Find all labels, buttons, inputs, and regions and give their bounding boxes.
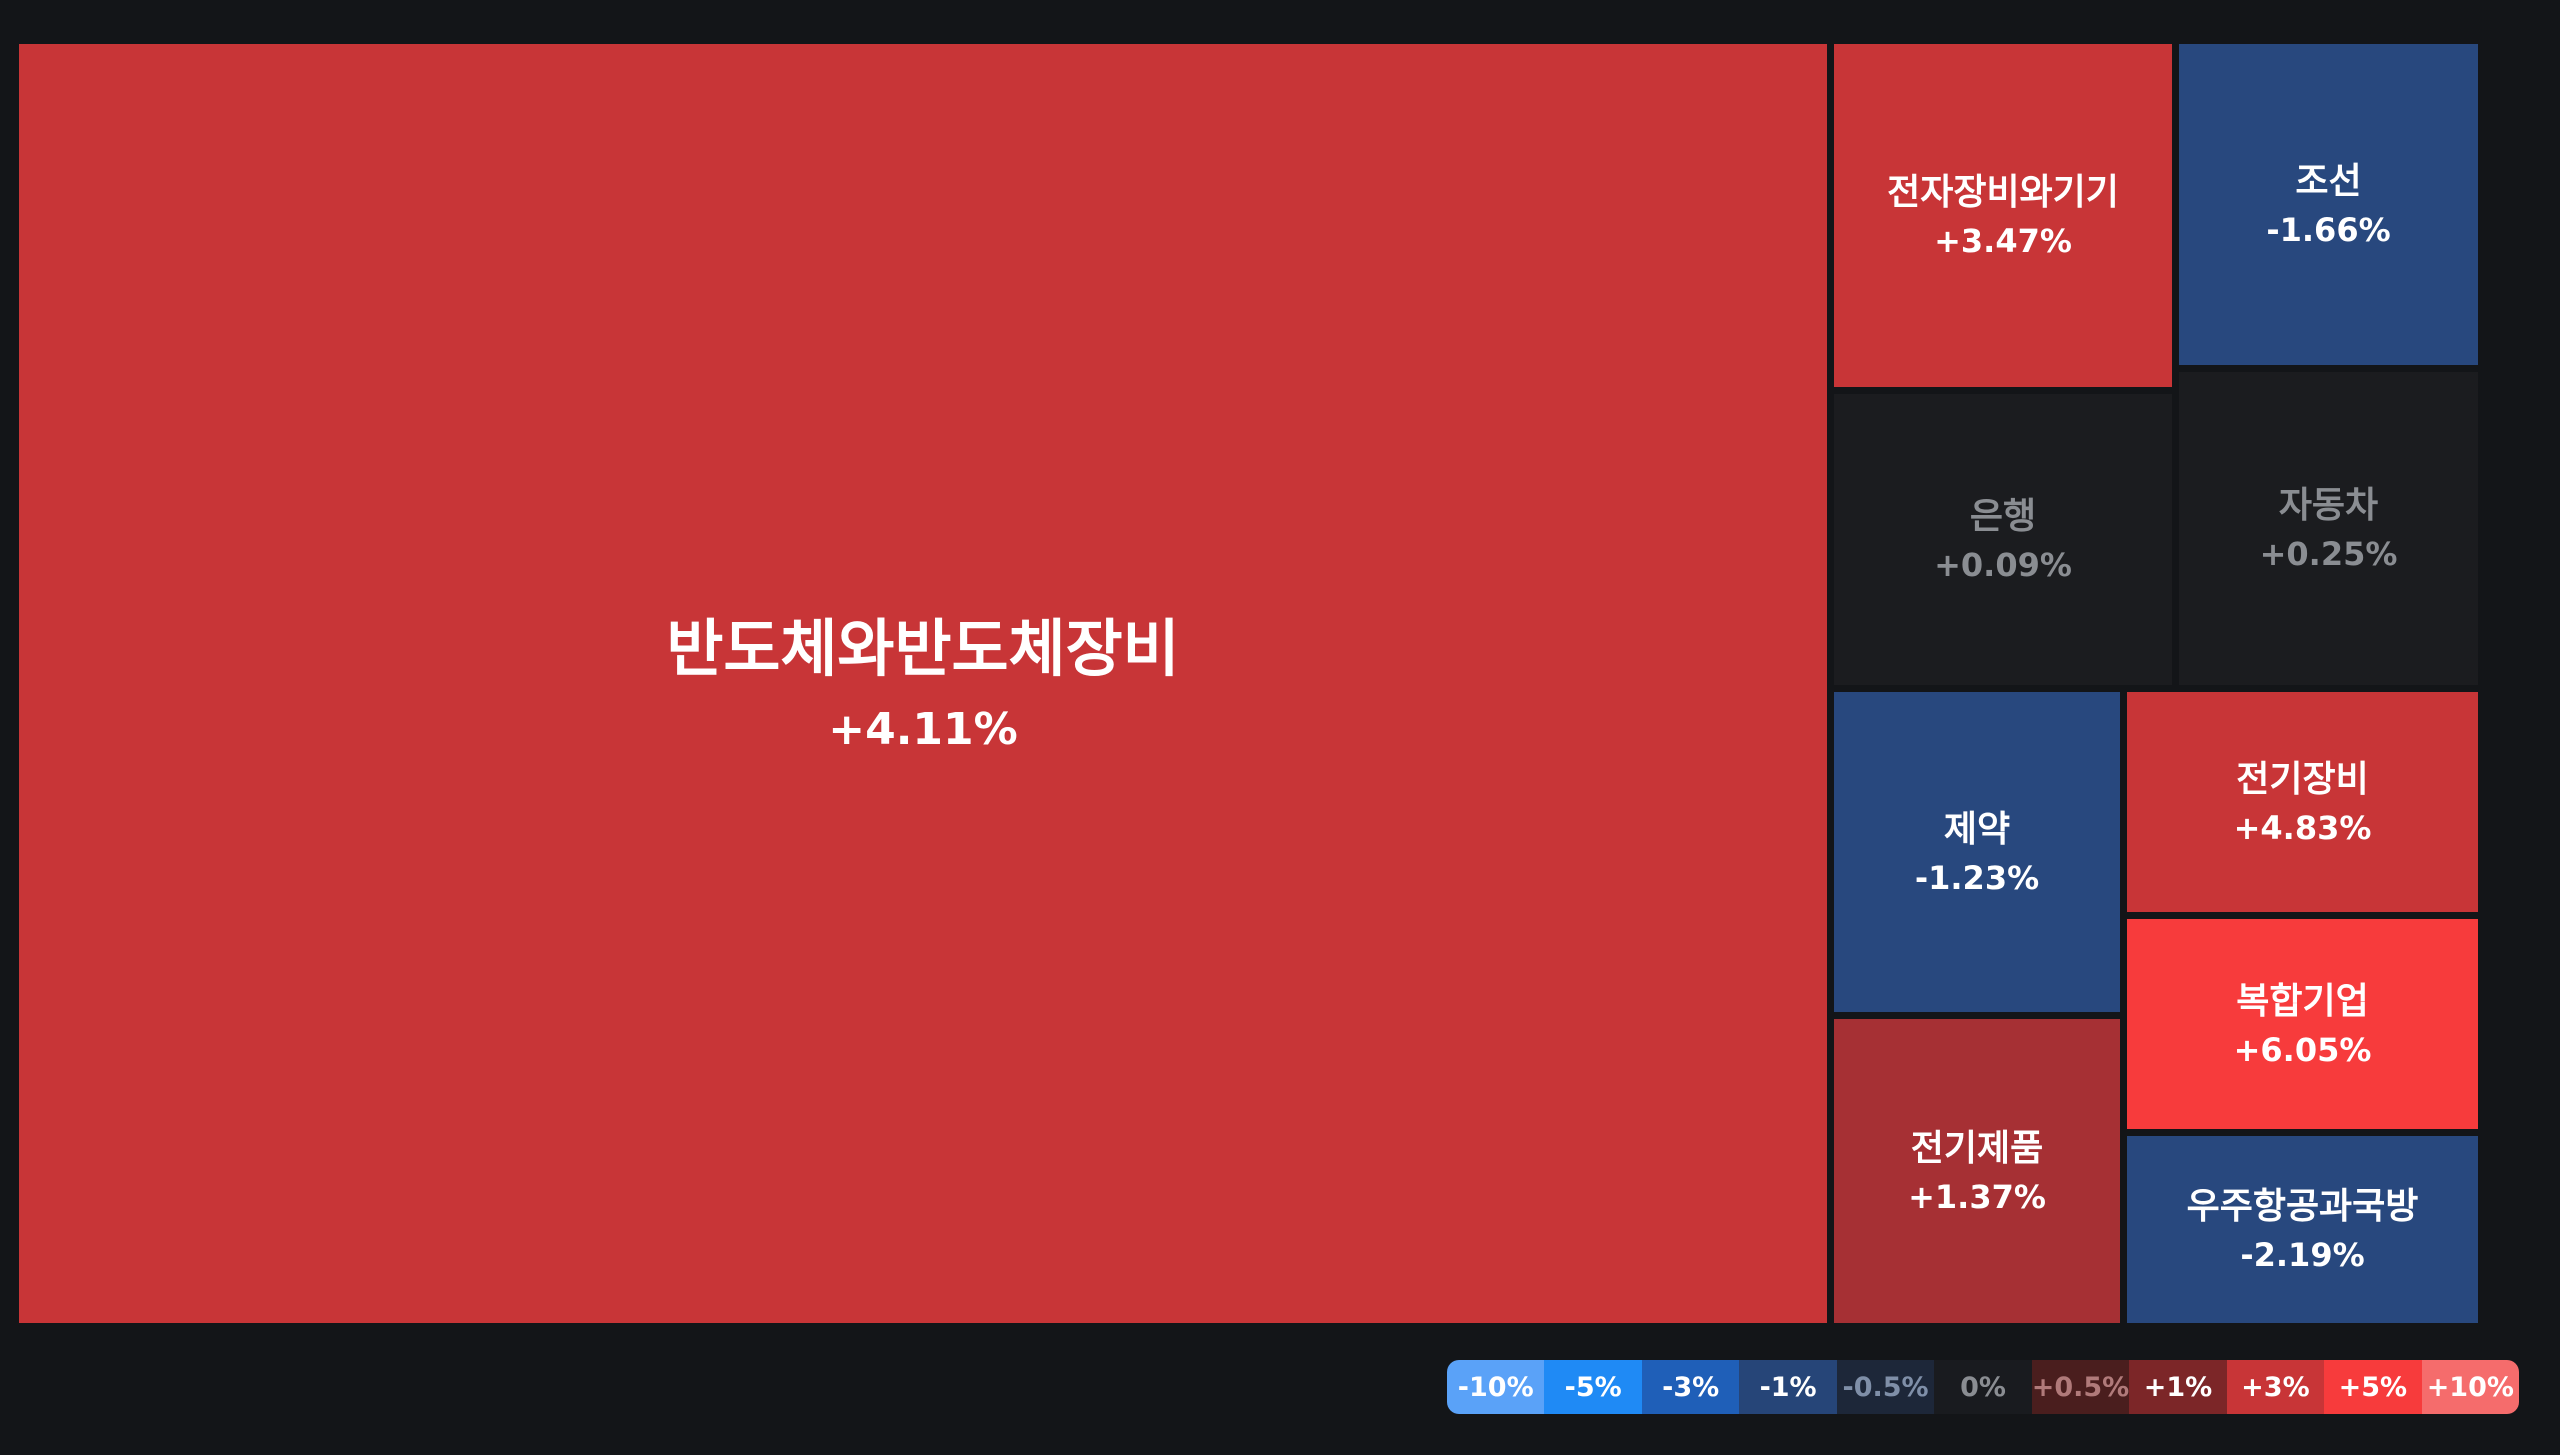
sector-name: 전자장비와기기 — [1887, 172, 2119, 213]
sector-change: +0.25% — [2259, 535, 2398, 573]
sector-tile[interactable]: 우주항공과국방 -2.19% — [2127, 1136, 2478, 1323]
sector-change: +1.37% — [1908, 1177, 2046, 1216]
legend-item: -3% — [1641, 1360, 1740, 1414]
sector-change: +0.09% — [1934, 546, 2072, 584]
sector-name: 은행 — [1969, 496, 2037, 537]
legend-item: +0.5% — [2031, 1360, 2130, 1414]
sector-tile[interactable]: 은행 +0.09% — [1834, 394, 2172, 685]
sector-name: 제약 — [1943, 808, 2011, 850]
sector-name: 반도체와반도체장비 — [666, 612, 1180, 686]
legend-item: +10% — [2421, 1360, 2519, 1414]
sector-tile[interactable]: 전기제품 +1.37% — [1834, 1019, 2120, 1323]
sector-name: 우주항공과국방 — [2186, 1186, 2419, 1227]
sector-change: -1.23% — [1914, 858, 2040, 897]
legend-item: -5% — [1544, 1360, 1642, 1414]
sector-name: 전기제품 — [1910, 1127, 2044, 1169]
legend-item: -0.5% — [1836, 1360, 1935, 1414]
legend-item: -1% — [1739, 1360, 1837, 1414]
legend-item: 0% — [1934, 1360, 2032, 1414]
legend-item: +5% — [2324, 1360, 2422, 1414]
legend-item: -10% — [1447, 1360, 1545, 1414]
color-legend: -10% -5% -3% -1% -0.5% 0% +0.5% +1% +3% +5% +10% — [1447, 1360, 2519, 1414]
legend-item: +1% — [2129, 1360, 2227, 1414]
sector-change: +6.05% — [2233, 1030, 2372, 1069]
sector-change: -2.19% — [2240, 1236, 2365, 1274]
sector-tile[interactable]: 조선 -1.66% — [2179, 44, 2478, 365]
sector-tile[interactable]: 복합기업 +6.05% — [2127, 919, 2478, 1129]
sector-tile[interactable]: 자동차 +0.25% — [2179, 372, 2478, 685]
sector-change: +4.83% — [2233, 808, 2372, 847]
sector-name: 자동차 — [2278, 485, 2379, 526]
sector-change: -1.66% — [2266, 211, 2391, 249]
sector-tile[interactable]: 반도체와반도체장비 +4.11% — [19, 44, 1827, 1323]
sector-tile[interactable]: 전자장비와기기 +3.47% — [1834, 44, 2172, 387]
sector-treemap: 반도체와반도체장비 +4.11% 전자장비와기기 +3.47% 조선 -1.66% 은행 +0… — [0, 0, 2560, 1455]
sector-change: +4.11% — [828, 703, 1018, 755]
sector-name: 복합기업 — [2236, 980, 2369, 1022]
sector-name: 조선 — [2295, 161, 2362, 202]
sector-change: +3.47% — [1934, 222, 2072, 260]
sector-tile[interactable]: 제약 -1.23% — [1834, 692, 2120, 1012]
legend-item: +3% — [2226, 1360, 2325, 1414]
sector-tile[interactable]: 전기장비 +4.83% — [2127, 692, 2478, 912]
sector-name: 전기장비 — [2236, 758, 2369, 800]
